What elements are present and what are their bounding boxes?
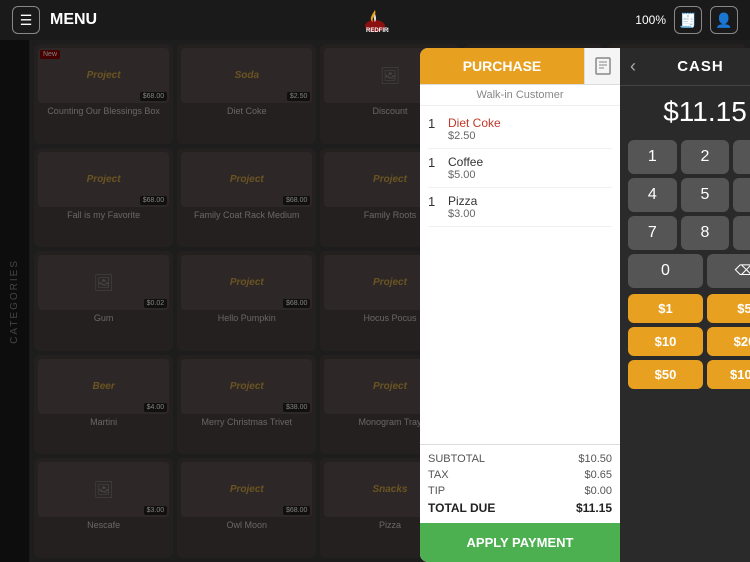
order-item[interactable]: 1 Coffee $5.00 bbox=[428, 149, 612, 188]
item-qty: 1 bbox=[428, 155, 442, 170]
tax-value: $0.65 bbox=[584, 469, 612, 481]
quick-100-button[interactable]: $100 bbox=[707, 360, 750, 389]
modal-overlay: PURCHASE Walk-in Customer 1 Diet Coke $2… bbox=[0, 40, 750, 562]
cash-panel: ‹ CASH ✕ $11.15 1 2 3 4 5 6 7 8 9 0 ⌫ $1… bbox=[620, 48, 750, 562]
total-row: TOTAL DUE $11.15 bbox=[428, 499, 612, 517]
numpad-2[interactable]: 2 bbox=[681, 140, 730, 174]
subtotal-label: SUBTOTAL bbox=[428, 453, 485, 465]
item-name: Coffee bbox=[448, 155, 612, 169]
purchase-tab[interactable]: PURCHASE bbox=[420, 48, 584, 84]
total-value: $11.15 bbox=[576, 501, 612, 515]
receipt-tab-icon[interactable] bbox=[584, 48, 620, 84]
svg-text:REDFIRE: REDFIRE bbox=[366, 28, 389, 34]
customer-label: Walk-in Customer bbox=[420, 85, 620, 106]
cash-amount: $11.15 bbox=[620, 86, 750, 136]
tip-label: TIP bbox=[428, 485, 445, 497]
logo: REDFIRE bbox=[361, 6, 389, 34]
top-bar-right: 100% 🧾 👤 bbox=[635, 6, 738, 34]
numpad-8[interactable]: 8 bbox=[681, 216, 730, 250]
menu-icon-btn[interactable]: ☰ bbox=[12, 6, 40, 34]
item-details: Coffee $5.00 bbox=[448, 155, 612, 181]
numpad: 1 2 3 4 5 6 7 8 9 bbox=[620, 136, 750, 254]
item-qty: 1 bbox=[428, 194, 442, 209]
item-price: $5.00 bbox=[448, 169, 612, 181]
numpad-5[interactable]: 5 bbox=[681, 178, 730, 212]
top-bar-left: ☰ MENU bbox=[12, 6, 97, 34]
item-details: Diet Coke $2.50 bbox=[448, 116, 612, 142]
subtotal-row: SUBTOTAL $10.50 bbox=[428, 451, 612, 467]
quick-5-button[interactable]: $5 bbox=[707, 294, 750, 323]
top-bar-center: REDFIRE bbox=[361, 6, 389, 34]
quick-amounts: $1 $5 $10 $20 $50 $100 bbox=[620, 292, 750, 397]
item-name: Diet Coke bbox=[448, 116, 612, 130]
tax-row: TAX $0.65 bbox=[428, 467, 612, 483]
quick-1-button[interactable]: $1 bbox=[628, 294, 703, 323]
user-icon-btn[interactable]: 👤 bbox=[710, 6, 738, 34]
numpad-1[interactable]: 1 bbox=[628, 140, 677, 174]
quick-50-button[interactable]: $50 bbox=[628, 360, 703, 389]
logo-flame-icon: REDFIRE bbox=[361, 6, 389, 34]
order-items: 1 Diet Coke $2.50 1 Coffee $5.00 1 Pizza… bbox=[420, 106, 620, 444]
item-price: $3.00 bbox=[448, 208, 612, 220]
numpad-4[interactable]: 4 bbox=[628, 178, 677, 212]
cash-back-button[interactable]: ‹ bbox=[630, 56, 636, 77]
cash-title: CASH bbox=[677, 58, 724, 75]
menu-label: MENU bbox=[50, 11, 97, 29]
purchase-panel: PURCHASE Walk-in Customer 1 Diet Coke $2… bbox=[420, 48, 620, 562]
order-totals: SUBTOTAL $10.50 TAX $0.65 TIP $0.00 TOTA… bbox=[420, 444, 620, 523]
numpad-6[interactable]: 6 bbox=[733, 178, 750, 212]
battery-status: 100% bbox=[635, 13, 666, 27]
zero-row: 0 ⌫ bbox=[620, 254, 750, 292]
numpad-9[interactable]: 9 bbox=[733, 216, 750, 250]
item-qty: 1 bbox=[428, 116, 442, 131]
tip-value: $0.00 bbox=[584, 485, 612, 497]
item-price: $2.50 bbox=[448, 130, 612, 142]
numpad-backspace[interactable]: ⌫ bbox=[707, 254, 750, 288]
receipt-icon bbox=[594, 57, 612, 75]
receipt-icon-btn[interactable]: 🧾 bbox=[674, 6, 702, 34]
order-item[interactable]: 1 Diet Coke $2.50 bbox=[428, 110, 612, 149]
total-label: TOTAL DUE bbox=[428, 501, 495, 515]
quick-20-button[interactable]: $20 bbox=[707, 327, 750, 356]
tax-label: TAX bbox=[428, 469, 449, 481]
numpad-3[interactable]: 3 bbox=[733, 140, 750, 174]
cash-header: ‹ CASH ✕ bbox=[620, 48, 750, 86]
purchase-header: PURCHASE bbox=[420, 48, 620, 85]
quick-10-button[interactable]: $10 bbox=[628, 327, 703, 356]
item-details: Pizza $3.00 bbox=[448, 194, 612, 220]
numpad-7[interactable]: 7 bbox=[628, 216, 677, 250]
order-item[interactable]: 1 Pizza $3.00 bbox=[428, 188, 612, 227]
numpad-0[interactable]: 0 bbox=[628, 254, 703, 288]
item-name: Pizza bbox=[448, 194, 612, 208]
tip-row: TIP $0.00 bbox=[428, 483, 612, 499]
apply-payment-button[interactable]: APPLY PAYMENT bbox=[420, 523, 620, 562]
subtotal-value: $10.50 bbox=[578, 453, 612, 465]
top-bar: ☰ MENU REDFIRE 100% 🧾 👤 bbox=[0, 0, 750, 40]
